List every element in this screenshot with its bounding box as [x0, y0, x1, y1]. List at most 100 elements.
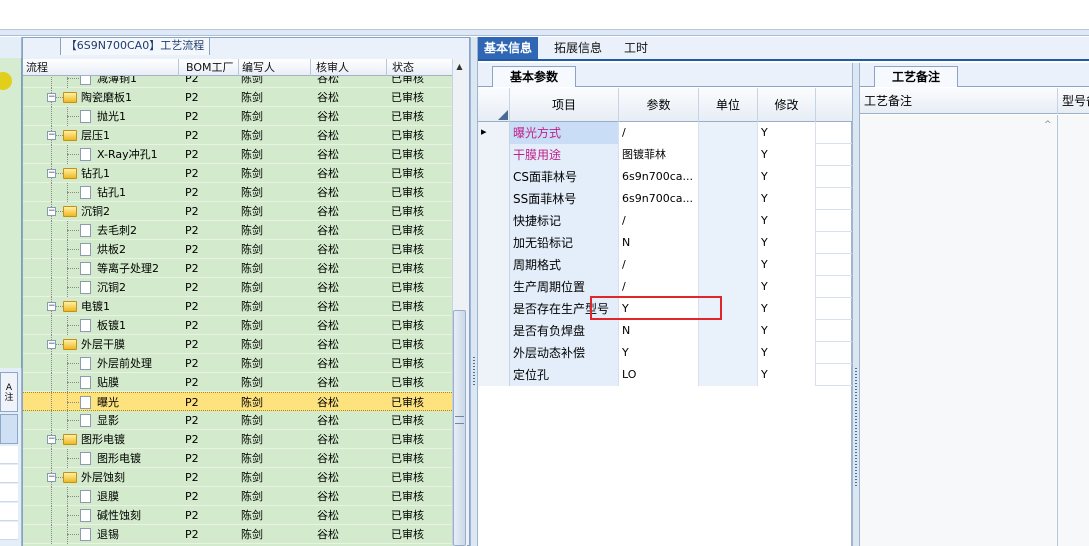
- tree-row[interactable]: 图形电镀 P2 陈剑 谷松 已审核: [23, 449, 452, 468]
- row-indicator[interactable]: [478, 144, 510, 166]
- folder-icon: [63, 301, 77, 312]
- tree-checker-cell: 谷松: [317, 414, 339, 427]
- param-row[interactable]: SS面菲林号 6s9n700ca... Y: [478, 188, 852, 210]
- tree-row[interactable]: 减薄铜1 P2 陈剑 谷松 已审核: [23, 76, 452, 88]
- tree-row[interactable]: X-Ray冲孔1 P2 陈剑 谷松 已审核: [23, 145, 452, 164]
- param-value-cell[interactable]: 6s9n700ca...: [619, 188, 699, 210]
- row-indicator[interactable]: [478, 364, 510, 386]
- row-indicator[interactable]: [478, 188, 510, 210]
- grid-notes-splitter[interactable]: [852, 63, 860, 546]
- tree-row[interactable]: 去毛刺2 P2 陈剑 谷松 已审核: [23, 221, 452, 240]
- param-value-cell[interactable]: N: [619, 232, 699, 254]
- tree-step-name: 贴膜: [97, 376, 119, 389]
- tree-row[interactable]: 抛光1 P2 陈剑 谷松 已审核: [23, 107, 452, 126]
- param-row[interactable]: 外层动态补偿 Y Y: [478, 342, 852, 364]
- tree-row[interactable]: 等离子处理2 P2 陈剑 谷松 已审核: [23, 259, 452, 278]
- tab-basic-info[interactable]: 基本信息: [478, 37, 539, 59]
- col-header-flow[interactable]: 流程: [23, 59, 179, 76]
- tree-row[interactable]: 板镀1 P2 陈剑 谷松 已审核: [23, 316, 452, 335]
- collapse-icon[interactable]: −: [47, 473, 56, 482]
- tree-row[interactable]: − 陶瓷磨板1 P2 陈剑 谷松 已审核: [23, 88, 452, 107]
- param-row[interactable]: 是否有负焊盘 N Y: [478, 320, 852, 342]
- row-indicator[interactable]: [478, 232, 510, 254]
- param-row[interactable]: 干膜用途 图镀菲林 Y: [478, 144, 852, 166]
- left-right-splitter[interactable]: [470, 37, 478, 546]
- row-indicator[interactable]: [478, 298, 510, 320]
- left-panel-selected-row[interactable]: [0, 414, 18, 444]
- param-row[interactable]: 快捷标记 / Y: [478, 210, 852, 232]
- left-panel-tab[interactable]: A 注: [0, 372, 18, 412]
- col-header-process-notes[interactable]: 工艺备注: [860, 88, 1058, 114]
- col-header-bom[interactable]: BOM工厂: [183, 59, 239, 76]
- tree-row[interactable]: 沉铜2 P2 陈剑 谷松 已审核: [23, 278, 452, 297]
- tree-row[interactable]: − 图形电镀 P2 陈剑 谷松 已审核: [23, 430, 452, 449]
- param-value-cell[interactable]: LO: [619, 364, 699, 386]
- process-notes-area[interactable]: [860, 115, 1058, 546]
- row-indicator[interactable]: [478, 254, 510, 276]
- param-value-cell[interactable]: 图镀菲林: [619, 144, 699, 166]
- tree-row[interactable]: − 外层干膜 P2 陈剑 谷松 已审核: [23, 335, 452, 354]
- document-icon: [80, 281, 91, 294]
- row-indicator[interactable]: [478, 320, 510, 342]
- param-row[interactable]: 定位孔 LO Y: [478, 364, 852, 386]
- param-value-cell[interactable]: /: [619, 276, 699, 298]
- param-row[interactable]: ▸ 曝光方式 / Y: [478, 122, 852, 144]
- tab-process-notes[interactable]: 工艺备注: [874, 66, 958, 87]
- row-indicator[interactable]: ▸: [478, 122, 510, 144]
- collapse-icon[interactable]: −: [47, 169, 56, 178]
- col-header-modify[interactable]: 修改: [758, 88, 816, 122]
- col-header-unit[interactable]: 单位: [699, 88, 758, 122]
- row-indicator[interactable]: [478, 166, 510, 188]
- param-value-cell[interactable]: N: [619, 320, 699, 342]
- collapse-icon[interactable]: −: [47, 207, 56, 216]
- tree-row[interactable]: 显影 P2 陈剑 谷松 已审核: [23, 411, 452, 430]
- tree-row[interactable]: − 沉铜2 P2 陈剑 谷松 已审核: [23, 202, 452, 221]
- tab-extended-info[interactable]: 拓展信息: [548, 37, 608, 59]
- top-splitter-grip[interactable]: [640, 29, 700, 40]
- param-value-cell[interactable]: Y: [619, 342, 699, 364]
- row-indicator[interactable]: [478, 276, 510, 298]
- param-row[interactable]: CS面菲林号 6s9n700ca... Y: [478, 166, 852, 188]
- col-header-status[interactable]: 状态: [389, 59, 452, 76]
- col-header-param[interactable]: 参数: [619, 88, 699, 122]
- row-indicator[interactable]: [478, 342, 510, 364]
- param-row[interactable]: 生产周期位置 / Y: [478, 276, 852, 298]
- tree-scroll-thumb[interactable]: [453, 310, 466, 546]
- tree-row[interactable]: − 层压1 P2 陈剑 谷松 已审核: [23, 126, 452, 145]
- main-tab-bar: 基本信息 拓展信息 工时: [478, 37, 1089, 61]
- collapse-icon[interactable]: −: [47, 93, 56, 102]
- tree-row[interactable]: 贴膜 P2 陈剑 谷松 已审核: [23, 373, 452, 392]
- tab-work-hours[interactable]: 工时: [618, 37, 654, 59]
- tree-row[interactable]: 退膜 P2 陈剑 谷松 已审核: [23, 487, 452, 506]
- param-value-cell[interactable]: /: [619, 254, 699, 276]
- collapse-icon[interactable]: −: [47, 131, 56, 140]
- tree-row[interactable]: 碱性蚀刻 P2 陈剑 谷松 已审核: [23, 506, 452, 525]
- tree-row[interactable]: − 钻孔1 P2 陈剑 谷松 已审核: [23, 164, 452, 183]
- scroll-up-icon[interactable]: ▲: [452, 60, 467, 74]
- col-header-item[interactable]: 项目: [510, 88, 619, 122]
- param-row[interactable]: 周期格式 / Y: [478, 254, 852, 276]
- tree-row[interactable]: 退锡 P2 陈剑 谷松 已审核: [23, 525, 452, 544]
- notes-scroll-up-icon[interactable]: ^: [1044, 120, 1054, 130]
- param-value-cell[interactable]: /: [619, 210, 699, 232]
- tree-row[interactable]: 曝光 P2 陈剑 谷松 已审核: [23, 392, 452, 412]
- tree-row[interactable]: 钻孔1 P2 陈剑 谷松 已审核: [23, 183, 452, 202]
- tree-row[interactable]: − 外层蚀刻 P2 陈剑 谷松 已审核: [23, 468, 452, 487]
- row-indicator[interactable]: [478, 210, 510, 232]
- collapse-icon[interactable]: −: [47, 340, 56, 349]
- collapse-icon[interactable]: −: [47, 435, 56, 444]
- param-value-cell[interactable]: 6s9n700ca...: [619, 166, 699, 188]
- model-notes-area[interactable]: [1058, 115, 1089, 546]
- param-value-cell[interactable]: /: [619, 122, 699, 144]
- top-splitter[interactable]: [0, 30, 1089, 36]
- col-header-checker[interactable]: 核审人: [313, 59, 387, 76]
- collapse-icon[interactable]: −: [47, 302, 56, 311]
- tree-row[interactable]: − 电镀1 P2 陈剑 谷松 已审核: [23, 297, 452, 316]
- col-header-writer[interactable]: 编写人: [239, 59, 311, 76]
- tree-row[interactable]: 外层前处理 P2 陈剑 谷松 已审核: [23, 354, 452, 373]
- tab-basic-params[interactable]: 基本参数: [492, 66, 576, 87]
- tree-row[interactable]: 烘板2 P2 陈剑 谷松 已审核: [23, 240, 452, 259]
- process-flow-tab[interactable]: 【6S9N700CA0】工艺流程: [60, 37, 210, 55]
- col-header-model-notes[interactable]: 型号备: [1058, 88, 1089, 114]
- param-row[interactable]: 加无铅标记 N Y: [478, 232, 852, 254]
